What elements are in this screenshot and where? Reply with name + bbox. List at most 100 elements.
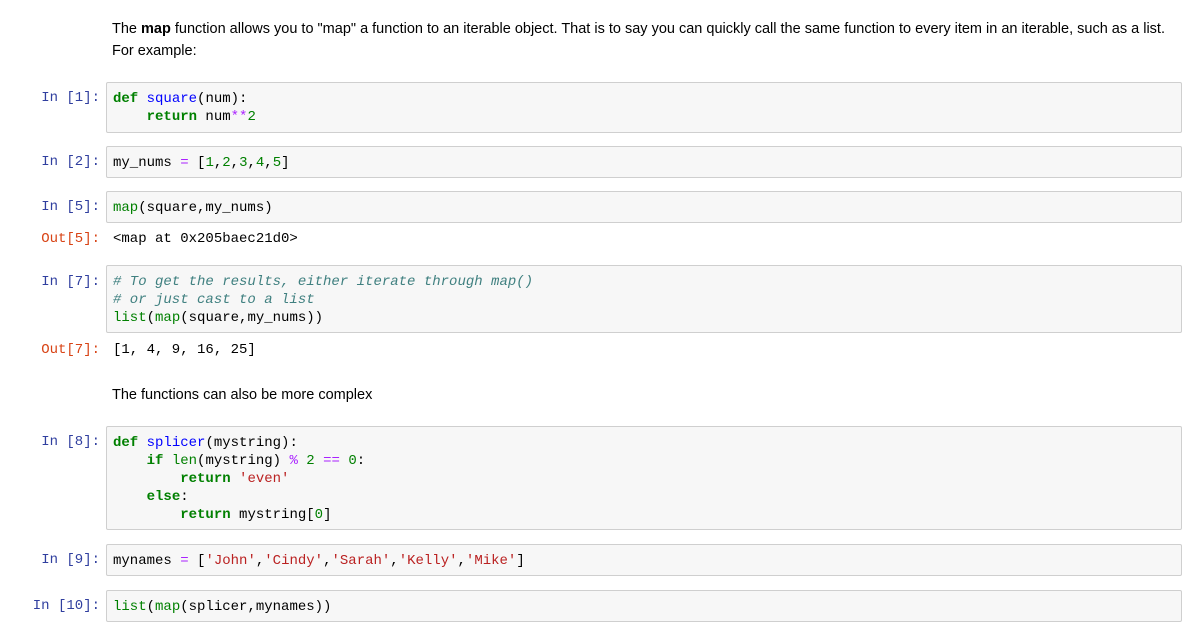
code-text-token: mynames — [113, 553, 181, 569]
keyword-token: return — [146, 109, 198, 125]
code-text-token: num — [197, 109, 231, 125]
code-line: mynames = ['John','Cindy','Sarah','Kelly… — [113, 552, 1181, 570]
code-text-token: , — [457, 553, 466, 569]
operator-token: == — [323, 453, 340, 469]
string-token: 'Mike' — [465, 553, 517, 569]
builtin-token: map — [155, 310, 181, 326]
paragraph-text-rest: function allows you to "map" a function … — [112, 21, 1165, 59]
code-text-token: [ — [188, 553, 206, 569]
input-prompt: In [9]: — [41, 552, 100, 568]
keyword-token: return — [180, 507, 231, 523]
string-token: 'Cindy' — [264, 553, 324, 569]
number-token: 0 — [348, 453, 357, 469]
number-token: 2 — [306, 453, 315, 469]
operator-token: = — [180, 553, 189, 569]
builtin-token: len — [171, 453, 198, 469]
code-cell-input[interactable]: map(square,my_nums) — [106, 191, 1182, 223]
code-cell-input[interactable]: # To get the results, either iterate thr… — [106, 265, 1182, 333]
builtin-token: map — [113, 200, 139, 216]
code-line: return mystring[0] — [113, 506, 1181, 524]
code-text-token: , — [213, 155, 223, 171]
number-token: 0 — [314, 507, 324, 523]
paragraph-text-start: The — [112, 21, 142, 37]
string-token: 'Kelly' — [398, 553, 458, 569]
code-text-token: , — [264, 155, 273, 171]
number-token: 2 — [222, 155, 231, 171]
code-text-token: (mystring): — [205, 435, 298, 451]
code-line: # To get the results, either iterate thr… — [113, 273, 1181, 291]
code-text-token: , — [390, 553, 399, 569]
code-cell-input[interactable]: mynames = ['John','Cindy','Sarah','Kelly… — [106, 544, 1182, 576]
markdown-paragraph: The map function allows you to "map" a f… — [112, 18, 1187, 62]
code-text-token: ] — [323, 507, 332, 523]
code-cell-input[interactable]: list(map(splicer,mynames)) — [106, 590, 1182, 622]
comment-token: # or just cast to a list — [113, 292, 315, 308]
code-line: def splicer(mystring): — [113, 434, 1181, 452]
keyword-token: def — [113, 435, 139, 451]
keyword-token: def — [113, 91, 139, 107]
string-token: 'Sarah' — [331, 553, 391, 569]
output-prompt: Out[5]: — [41, 231, 100, 247]
input-prompt: In [10]: — [32, 598, 100, 614]
code-cell-input[interactable]: my_nums = [1,2,3,4,5] — [106, 146, 1182, 178]
keyword-token: if — [146, 453, 164, 469]
code-line: else: — [113, 488, 1181, 506]
code-line: map(square,my_nums) — [113, 199, 1181, 217]
input-prompt: In [8]: — [41, 434, 100, 450]
output-prompt: Out[7]: — [41, 342, 100, 358]
function-name-token: splicer — [146, 435, 206, 451]
code-text-token: ( — [146, 310, 156, 326]
code-text-token: , — [247, 155, 256, 171]
builtin-token: list — [113, 599, 147, 615]
input-prompt: In [1]: — [41, 90, 100, 106]
code-line: if len(mystring) % 2 == 0: — [113, 452, 1181, 470]
code-text-token: (square,my_nums) — [138, 200, 273, 216]
number-token: 5 — [272, 155, 282, 171]
input-prompt: In [5]: — [41, 199, 100, 215]
code-text-token: , — [230, 155, 240, 171]
code-text-token: (splicer,mynames)) — [180, 599, 332, 615]
input-prompt: In [2]: — [41, 154, 100, 170]
markdown-paragraph: The functions can also be more complex — [112, 387, 373, 403]
code-line: return num**2 — [113, 108, 1181, 126]
code-line: # or just cast to a list — [113, 291, 1181, 309]
number-token: 2 — [247, 109, 256, 125]
builtin-token: map — [155, 599, 181, 615]
code-line: return 'even' — [113, 470, 1181, 488]
code-text-token: [ — [188, 155, 206, 171]
operator-token: ** — [230, 109, 248, 125]
operator-token: % — [289, 453, 298, 469]
code-text-token: ] — [281, 155, 290, 171]
code-text-token: (num): — [197, 91, 248, 107]
function-name-token: square — [146, 91, 198, 107]
code-text-token: my_nums — [113, 155, 181, 171]
code-text-token: ( — [146, 599, 156, 615]
code-text-token: ] — [516, 553, 525, 569]
string-token: 'John' — [205, 553, 256, 569]
cell-output: [1, 4, 9, 16, 25] — [113, 342, 256, 358]
code-line: def square(num): — [113, 90, 1181, 108]
comment-token: # To get the results, either iterate thr… — [113, 274, 534, 290]
number-token: 1 — [205, 155, 214, 171]
keyword-token: return — [180, 471, 231, 487]
cell-output: <map at 0x205baec21d0> — [113, 231, 298, 247]
code-text-token: (mystring) — [197, 453, 290, 469]
keyword-token: else — [146, 489, 181, 505]
code-line: list(map(splicer,mynames)) — [113, 598, 1181, 616]
code-cell-input[interactable]: def square(num): return num**2 — [106, 82, 1182, 133]
code-cell-input[interactable]: def splicer(mystring): if len(mystring) … — [106, 426, 1182, 530]
code-text-token: mystring[ — [230, 507, 315, 523]
string-token: 'even' — [239, 471, 290, 487]
code-text-token: , — [255, 553, 265, 569]
input-prompt: In [7]: — [41, 274, 100, 290]
